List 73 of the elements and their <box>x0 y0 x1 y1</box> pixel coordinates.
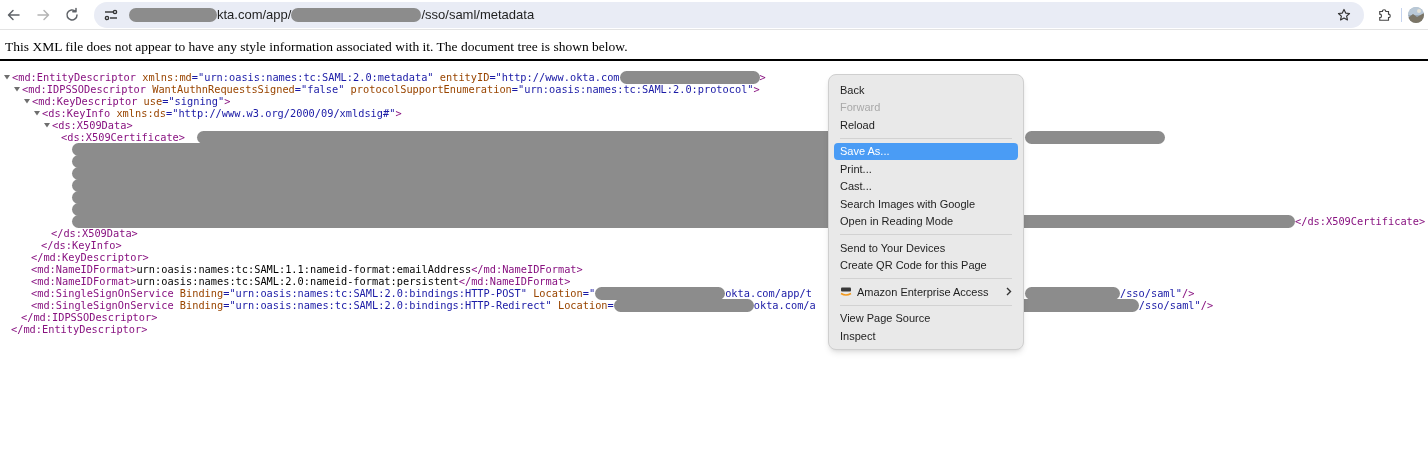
xml-tag: > <box>224 95 231 107</box>
xml-tag: </ds:X509Data> <box>51 227 138 239</box>
xml-tag: </md:IDPSSODescriptor> <box>21 311 158 323</box>
xml-tag: </md:EntityDescriptor> <box>11 323 148 335</box>
attribute-name: use <box>142 95 163 107</box>
menu-item[interactable]: View Page Source <box>834 309 1018 327</box>
attribute-value: =" <box>582 287 596 299</box>
xml-tag: /> <box>1181 287 1195 299</box>
xml-tag: <md:SingleSignOnService <box>31 287 174 299</box>
menu-item[interactable]: Create QR Code for this Page <box>834 256 1018 274</box>
xml-tag: > <box>395 107 402 119</box>
xml-text: urn:oasis:names:tc:SAML:1.1:nameid-format:emailAddress <box>136 263 472 275</box>
xml-tag: <ds:X509Certificate> <box>61 131 185 143</box>
xml-tag: <ds:X509Data> <box>52 119 133 131</box>
xml-tag: </ds:X509Certificate> <box>1295 215 1426 227</box>
xml-tag: </md:NameIDFormat> <box>458 275 571 287</box>
extensions-puzzle-icon[interactable] <box>1378 7 1392 22</box>
xml-tag: <md:KeyDescriptor <box>32 95 138 107</box>
attribute-name: Location <box>556 299 608 311</box>
attribute-name: WantAuthnRequestsSigned <box>151 83 295 95</box>
attribute-value: ="urn:oasis:names:tc:SAML:2.0:protocol" <box>511 83 754 95</box>
xml-tag: > <box>759 71 766 83</box>
disclosure-triangle-icon[interactable] <box>24 98 30 104</box>
xml-tag: </md:NameIDFormat> <box>471 263 583 275</box>
url-text: kta.com/app/ <box>217 5 292 24</box>
xml-text: urn:oasis:names:tc:SAML:2.0:nameid-format:persistent <box>136 275 459 287</box>
attribute-name: Binding <box>178 287 224 299</box>
address-bar[interactable]: kta.com/app/ /sso/saml/metadata <box>94 1 1364 28</box>
attribute-value: = <box>607 299 614 311</box>
attribute-value: /sso/saml" <box>1119 287 1182 299</box>
attribute-value: ="false" <box>294 83 345 95</box>
attribute-value: /sso/saml" <box>1138 299 1201 311</box>
xml-notice: This XML file does not appear to have any style information associated with it. The document tree is shown below. <box>4 38 629 55</box>
xml-tag: </ds:KeyInfo> <box>41 239 122 251</box>
menu-item[interactable]: Print... <box>834 160 1018 178</box>
menu-item[interactable]: Send to Your Devices <box>834 239 1018 257</box>
menu-item[interactable]: Search Images with Google <box>834 195 1018 213</box>
attribute-value: ="http://www.w3.org/2000/09/xmldsig#" <box>166 107 396 119</box>
attribute-value: okta.com/app/t <box>725 287 812 299</box>
attribute-name: Location <box>532 287 583 299</box>
attribute-value: okta.com/a <box>753 299 816 311</box>
menu-item[interactable]: Back <box>834 81 1018 99</box>
attribute-name: entityID <box>438 71 490 83</box>
menu-item[interactable]: Amazon Enterprise Access <box>834 283 1018 301</box>
xml-tag: <md:SingleSignOnService <box>31 299 174 311</box>
url-text: /sso/saml/metadata <box>421 5 535 24</box>
xml-tag: /> <box>1200 299 1214 311</box>
xml-tag: <ds:KeyInfo <box>42 107 111 119</box>
attribute-name: xmlns:md <box>141 71 192 83</box>
disclosure-triangle-icon[interactable] <box>34 110 40 116</box>
menu-item[interactable]: Reload <box>834 116 1018 134</box>
attribute-value: ="signing" <box>162 95 225 107</box>
attribute-value: ="urn:oasis:names:tc:SAML:2.0:metadata" <box>191 71 434 83</box>
xml-tag: <md:IDPSSODescriptor <box>22 83 146 95</box>
site-settings-icon[interactable] <box>104 8 118 21</box>
menu-item[interactable]: Cast... <box>834 177 1018 195</box>
menu-item[interactable]: Open in Reading Mode <box>834 212 1018 230</box>
xml-tag: <md:NameIDFormat> <box>31 263 137 275</box>
xml-tag: <md:NameIDFormat> <box>31 275 137 287</box>
bookmark-star-icon[interactable] <box>1337 7 1351 22</box>
attribute-name: xmlns:ds <box>115 107 166 119</box>
xml-tag: > <box>753 83 760 95</box>
attribute-name: protocolSupportEnumeration <box>349 83 512 95</box>
attribute-value: ="urn:oasis:names:tc:SAML:2.0:bindings:HTTP-Redirect" <box>223 299 552 311</box>
menu-item[interactable]: Inspect <box>834 327 1018 345</box>
xml-tag: </md:KeyDescriptor> <box>31 251 149 263</box>
xml-tag: <md:EntityDescriptor <box>12 71 136 83</box>
disclosure-triangle-icon[interactable] <box>4 74 10 80</box>
attribute-value: ="urn:oasis:names:tc:SAML:2.0:bindings:HTTP-POST" <box>223 287 527 299</box>
disclosure-triangle-icon[interactable] <box>44 122 50 128</box>
disclosure-triangle-icon[interactable] <box>14 86 20 92</box>
attribute-value: ="http://www.okta.com <box>489 71 620 83</box>
attribute-name: Binding <box>178 299 224 311</box>
